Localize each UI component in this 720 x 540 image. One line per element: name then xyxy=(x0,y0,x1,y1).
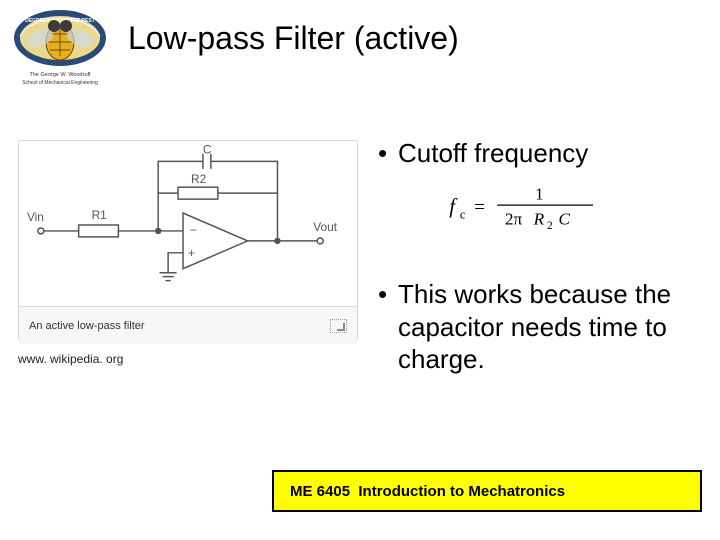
circuit-figure: Vin R1 R2 C − + Vout An active low-pass … xyxy=(18,140,358,340)
circuit-diagram: Vin R1 R2 C − + Vout xyxy=(19,141,357,301)
footer-title: Introduction to Mechatronics xyxy=(358,483,565,500)
footer-banner: ME 6405 Introduction to Mechatronics xyxy=(272,470,702,512)
formula-den-rsub: 2 xyxy=(547,220,553,230)
label-plus: + xyxy=(188,246,195,260)
footer-text: ME 6405 Introduction to Mechatronics xyxy=(290,483,565,500)
formula-eq: = xyxy=(474,197,485,218)
logo-arc-text: DEGREES ABOVE THE REST xyxy=(25,18,95,24)
footer-course: ME 6405 xyxy=(290,483,350,500)
formula-lhs-sub: c xyxy=(460,208,466,222)
logo-line2: School of Mechanical Engineering xyxy=(22,80,98,86)
bullet-cutoff: Cutoff frequency xyxy=(398,138,588,169)
slide-title: Low-pass Filter (active) xyxy=(128,20,459,57)
label-r2: R2 xyxy=(191,172,207,186)
label-r1: R1 xyxy=(92,208,108,222)
source-credit: www. wikipedia. org xyxy=(18,352,123,366)
enlarge-icon[interactable] xyxy=(330,319,347,333)
formula-den-r: R xyxy=(533,209,545,228)
formula-lhs: f xyxy=(449,194,458,218)
label-c: C xyxy=(203,142,212,156)
cutoff-formula: f c = 1 2π R 2 C xyxy=(440,184,610,230)
formula-den-c: C xyxy=(559,209,571,228)
bullet-explanation: This works because the capacitor needs t… xyxy=(398,278,698,376)
formula-num: 1 xyxy=(535,184,544,203)
label-minus: − xyxy=(190,223,197,237)
label-vin: Vin xyxy=(27,210,44,224)
formula-den-2pi: 2π xyxy=(505,209,523,228)
figure-caption-row: An active low-pass filter xyxy=(19,306,357,344)
school-logo: DEGREES ABOVE THE REST The George W. Woo… xyxy=(10,8,110,98)
figure-caption: An active low-pass filter xyxy=(29,320,145,332)
logo-line1: The George W. Woodruff xyxy=(30,72,91,78)
label-vout: Vout xyxy=(313,220,338,234)
